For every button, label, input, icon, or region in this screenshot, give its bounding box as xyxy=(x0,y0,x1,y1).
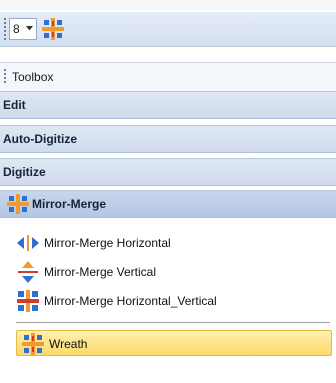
size-value: 8 xyxy=(13,22,20,36)
section-auto-digitize-label: Auto-Digitize xyxy=(3,132,77,146)
mirror-merge-vertical-item[interactable]: Mirror-Merge Vertical xyxy=(16,259,332,285)
mirror-horizontal-icon xyxy=(16,231,40,255)
mirror-merge-vertical-label: Mirror-Merge Vertical xyxy=(44,265,157,279)
toolbox-title: Toolbox xyxy=(12,70,54,84)
top-strip xyxy=(0,0,336,10)
section-digitize-label: Digitize xyxy=(3,165,46,179)
section-digitize[interactable]: Digitize xyxy=(0,158,336,186)
mirror-merge-horizontal-vertical-label: Mirror-Merge Horizontal_Vertical xyxy=(44,294,217,308)
toolbar-grip[interactable] xyxy=(4,18,6,40)
toolbox-header: Toolbox xyxy=(0,62,336,92)
section-edit-label: Edit xyxy=(3,98,26,112)
section-mirror-merge-label: Mirror-Merge xyxy=(32,197,107,211)
mirror-merge-horizontal-vertical-item[interactable]: Mirror-Merge Horizontal_Vertical xyxy=(16,288,332,314)
section-edit[interactable]: Edit xyxy=(0,91,336,119)
section-auto-digitize[interactable]: Auto-Digitize xyxy=(0,125,336,153)
size-combobox[interactable]: 8 xyxy=(9,18,37,40)
item-divider xyxy=(16,322,330,323)
wreath-label: Wreath xyxy=(49,337,88,351)
mirror-merge-icon xyxy=(7,194,29,214)
wreath-item[interactable]: Wreath xyxy=(16,330,332,356)
mirror-vertical-icon xyxy=(16,260,40,284)
section-mirror-merge[interactable]: Mirror-Merge xyxy=(0,190,336,218)
wreath-icon xyxy=(21,332,45,356)
toolbox-grip[interactable] xyxy=(4,69,6,85)
mirror-merge-horizontal-item[interactable]: Mirror-Merge Horizontal xyxy=(16,230,332,256)
top-toolbar: 8 xyxy=(0,12,336,47)
chevron-down-icon[interactable] xyxy=(25,21,34,35)
mirror-horizontal-vertical-icon xyxy=(16,289,40,313)
wreath-toolbar-button[interactable] xyxy=(41,17,65,41)
mirror-merge-horizontal-label: Mirror-Merge Horizontal xyxy=(44,236,171,250)
